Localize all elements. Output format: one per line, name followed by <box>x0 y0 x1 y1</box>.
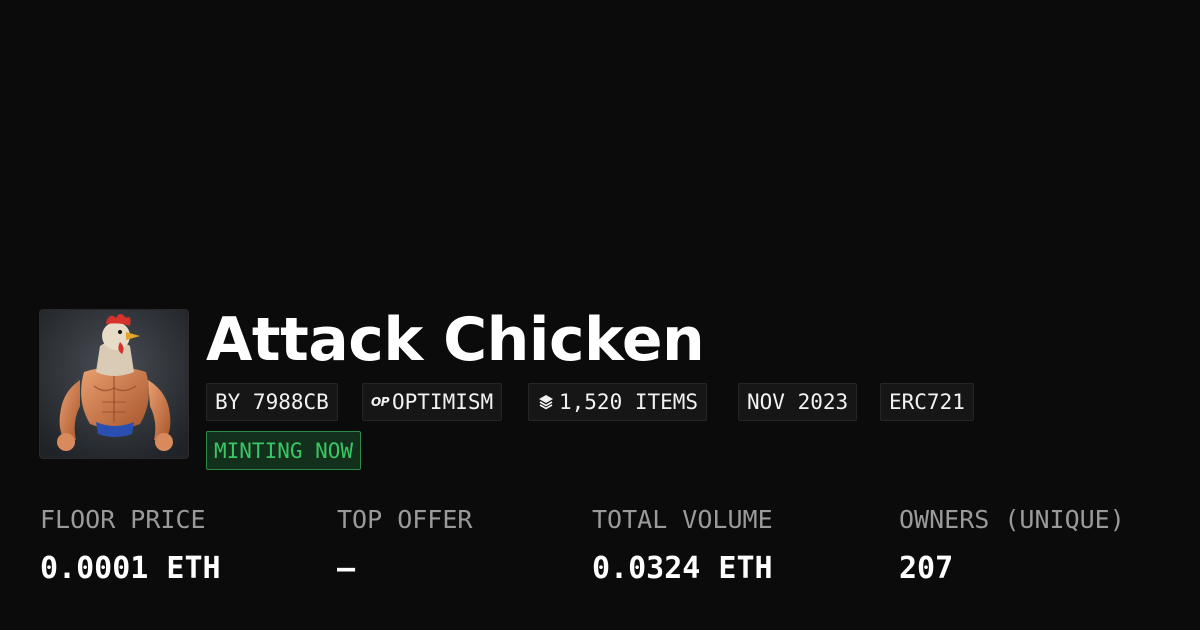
creator-label: BY 7988CB <box>215 390 329 414</box>
total-volume-value: 0.0324 ETH <box>592 551 773 586</box>
items-label: 1,520 ITEMS <box>559 390 699 414</box>
items-badge[interactable]: 1,520 ITEMS <box>528 383 708 421</box>
token-standard-badge[interactable]: ERC721 <box>880 383 974 421</box>
owners-label: OWNERS (UNIQUE) <box>899 505 1125 534</box>
optimism-logo-icon: OP <box>371 395 390 409</box>
created-date-badge[interactable]: NOV 2023 <box>738 383 858 421</box>
floor-price-value: 0.0001 ETH <box>40 551 221 586</box>
chain-label: OPTIMISM <box>392 390 494 414</box>
floor-price-label: FLOOR PRICE <box>40 505 206 534</box>
top-offer-value: — <box>337 551 356 586</box>
collection-title: Attack Chicken <box>206 305 705 375</box>
top-offer-label: TOP OFFER <box>337 505 473 534</box>
layers-icon <box>539 395 553 410</box>
muscular-chicken-avatar-icon <box>40 310 188 458</box>
creator-badge[interactable]: BY 7988CB <box>206 383 338 421</box>
created-date-label: NOV 2023 <box>747 390 849 414</box>
minting-status-label: MINTING NOW <box>214 438 354 463</box>
chain-badge[interactable]: OP OPTIMISM <box>362 383 503 421</box>
collection-avatar <box>40 310 188 458</box>
owners-value: 207 <box>899 551 954 586</box>
total-volume-label: TOTAL VOLUME <box>592 505 773 534</box>
minting-status-badge[interactable]: MINTING NOW <box>206 431 362 470</box>
token-standard-label: ERC721 <box>889 390 965 414</box>
